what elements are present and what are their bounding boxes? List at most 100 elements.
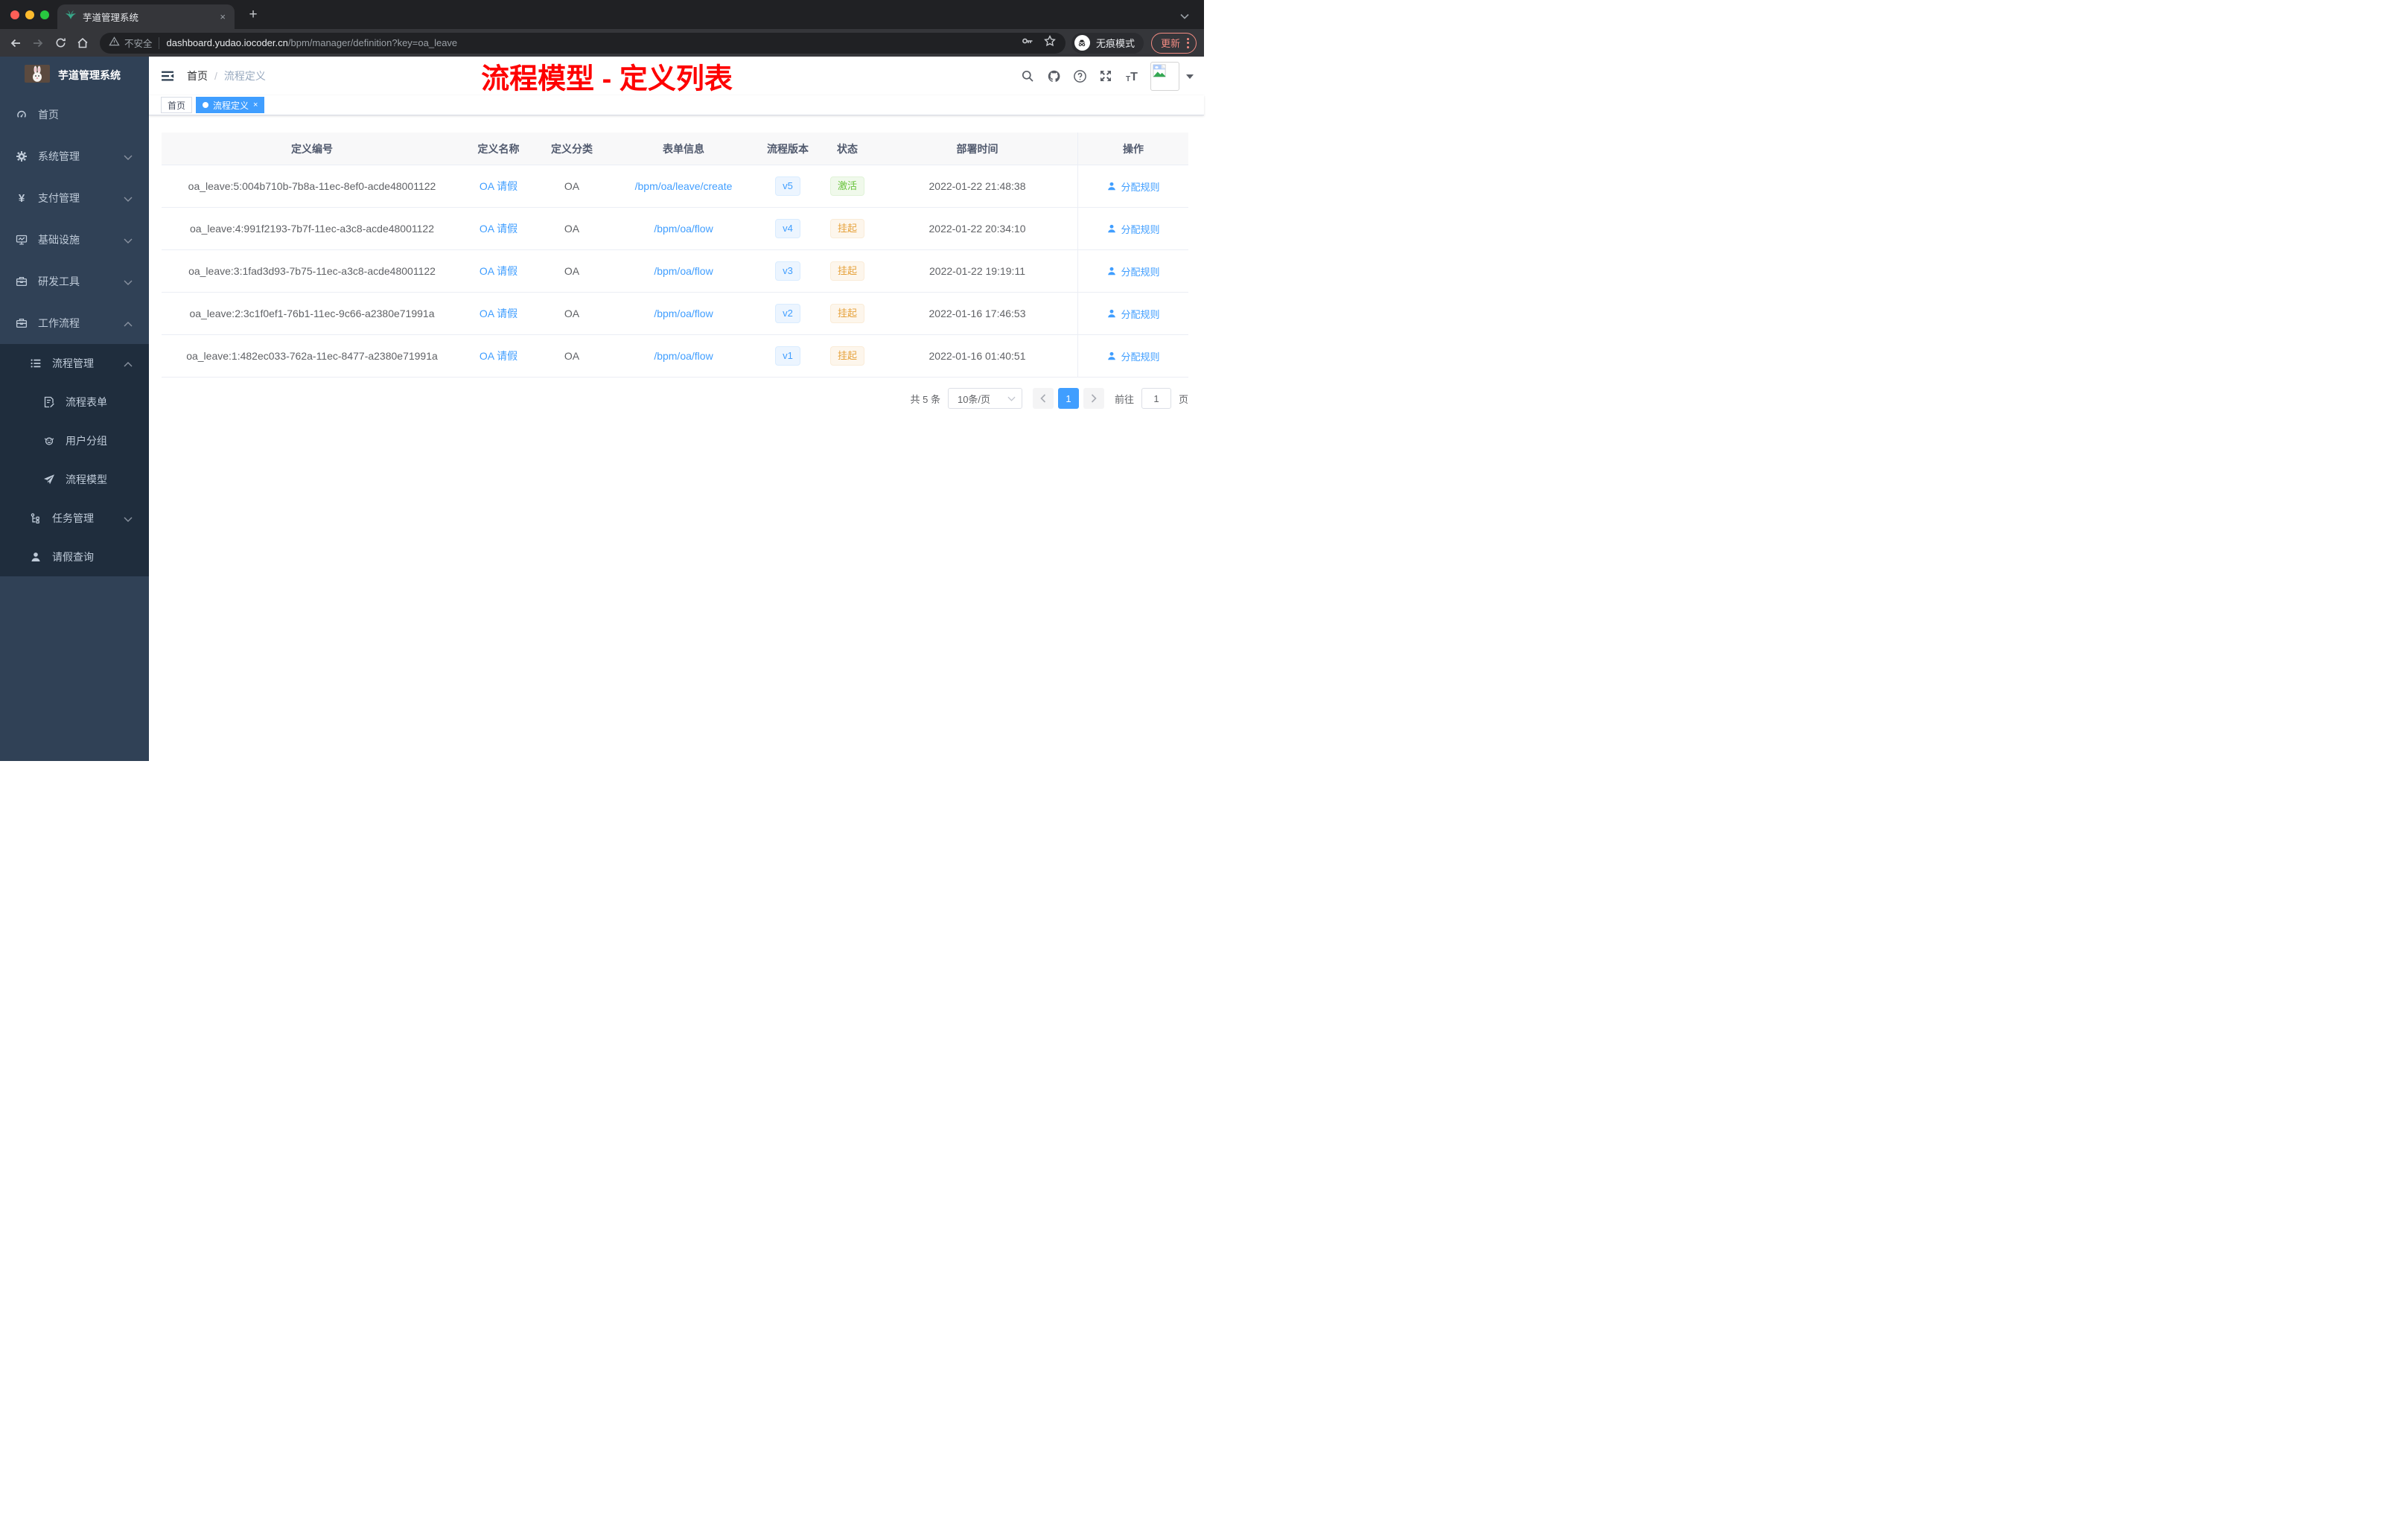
table-row: oa_leave:4:991f2193-7b7f-11ec-a3c8-acde4… <box>162 208 1188 250</box>
window-controls[interactable] <box>10 10 49 19</box>
plane-icon <box>43 474 55 485</box>
definition-category: OA <box>535 293 609 334</box>
sidebar-item-task-mgmt[interactable]: 任务管理 <box>0 499 149 538</box>
sidebar-item-label: 流程管理 <box>52 356 94 371</box>
definition-name-link[interactable]: OA 请假 <box>480 179 517 194</box>
form-info-link[interactable]: /bpm/oa/flow <box>654 223 713 235</box>
breadcrumb-home[interactable]: 首页 <box>187 69 208 83</box>
breadcrumb: 首页 / 流程定义 <box>187 69 266 83</box>
gear-icon <box>16 150 28 162</box>
active-tag-dot <box>203 102 208 108</box>
column-header: 流程版本 <box>758 133 818 165</box>
tag-label: 首页 <box>168 99 185 112</box>
assign-rule-link[interactable]: 分配规则 <box>1106 222 1159 236</box>
definition-table: 定义编号定义名称定义分类表单信息流程版本状态部署时间操作 oa_leave:5:… <box>162 133 1188 378</box>
sidebar-item-process-model[interactable]: 流程模型 <box>0 460 149 499</box>
tag-process-definition[interactable]: 流程定义 × <box>196 97 264 113</box>
column-header: 定义编号 <box>162 133 462 165</box>
reload-icon[interactable] <box>49 32 71 54</box>
form-info-link[interactable]: /bpm/oa/flow <box>654 308 713 319</box>
github-icon[interactable] <box>1046 69 1061 83</box>
chevron-down-icon <box>124 276 133 287</box>
avatar[interactable] <box>1150 62 1179 91</box>
sidebar-item-workflow[interactable]: 工作流程 <box>0 302 149 344</box>
bookmark-star-icon[interactable] <box>1043 34 1057 51</box>
sidebar-item-user-group[interactable]: 用户分组 <box>0 421 149 460</box>
browser-tab[interactable]: 芋道管理系统 × <box>57 4 235 29</box>
url-path: /bpm/manager/definition?key=oa_leave <box>288 37 457 48</box>
sidebar-item-home[interactable]: 首页 <box>0 94 149 136</box>
assign-rule-link[interactable]: 分配规则 <box>1106 179 1159 194</box>
definition-id: oa_leave:4:991f2193-7b7f-11ec-a3c8-acde4… <box>162 208 462 249</box>
sidebar-item-leave-query[interactable]: 请假查询 <box>0 538 149 576</box>
tag-home[interactable]: 首页 <box>161 97 192 113</box>
breadcrumb-current: 流程定义 <box>224 69 266 83</box>
avatar-dropdown-caret-icon[interactable] <box>1186 69 1194 83</box>
home-icon[interactable] <box>71 32 94 54</box>
chevron-down-icon <box>124 150 133 162</box>
assign-rule-link[interactable]: 分配规则 <box>1106 264 1159 278</box>
new-tab-button[interactable]: + <box>244 6 262 24</box>
form-info-link[interactable]: /bpm/oa/flow <box>654 350 713 362</box>
back-icon[interactable] <box>4 32 27 54</box>
sidebar-item-infrastructure[interactable]: 基础设施 <box>0 219 149 261</box>
password-key-icon[interactable] <box>1021 34 1034 51</box>
tag-close-icon[interactable]: × <box>253 101 258 109</box>
tab-title: 芋道管理系统 <box>83 10 218 24</box>
incognito-badge[interactable]: 无痕模式 <box>1071 33 1144 54</box>
font-size-icon[interactable]: TT <box>1124 69 1139 83</box>
page-content: 定义编号定义名称定义分类表单信息流程版本状态部署时间操作 oa_leave:5:… <box>149 115 1204 409</box>
sidebar-toggle-hamburger-icon[interactable] <box>160 69 175 83</box>
definition-name-link[interactable]: OA 请假 <box>480 221 517 236</box>
tab-search-chevron-icon[interactable] <box>1180 10 1189 23</box>
minimize-window-button[interactable] <box>25 10 34 19</box>
sidebar-item-label: 工作流程 <box>38 316 80 331</box>
sidebar-item-dev-tools[interactable]: 研发工具 <box>0 261 149 302</box>
table-header-row: 定义编号定义名称定义分类表单信息流程版本状态部署时间操作 <box>162 133 1188 165</box>
not-secure-label[interactable]: 不安全 <box>124 36 153 50</box>
help-question-icon[interactable] <box>1072 69 1087 83</box>
next-page-button[interactable] <box>1083 388 1104 409</box>
prev-page-button[interactable] <box>1033 388 1054 409</box>
assign-rule-link[interactable]: 分配规则 <box>1106 349 1159 363</box>
browser-update-button[interactable]: 更新 <box>1151 33 1197 54</box>
sidebar-item-label: 支付管理 <box>38 191 80 206</box>
url-text[interactable]: dashboard.yudao.iocoder.cn/bpm/manager/d… <box>167 37 1012 48</box>
column-header: 部署时间 <box>877 133 1077 165</box>
version-badge: v2 <box>775 304 800 323</box>
favicon-plant-icon <box>65 9 77 25</box>
browser-tabstrip: 芋道管理系统 × + <box>0 0 1204 29</box>
sidebar-logo-row[interactable]: 芋道管理系统 <box>0 57 149 94</box>
page-number-1[interactable]: 1 <box>1058 388 1079 409</box>
dashboard-icon <box>16 109 28 121</box>
version-badge: v1 <box>775 346 800 366</box>
sidebar-menu: 首页系统管理¥支付管理基础设施研发工具工作流程 <box>0 94 149 344</box>
browser-menu-kebab-icon[interactable] <box>1187 38 1189 48</box>
deploy-time: 2022-01-22 20:34:10 <box>877 208 1077 249</box>
sidebar-item-system-mgmt[interactable]: 系统管理 <box>0 136 149 177</box>
sidebar-item-payment-mgmt[interactable]: ¥支付管理 <box>0 177 149 219</box>
definition-id: oa_leave:3:1fad3d93-7b75-11ec-a3c8-acde4… <box>162 250 462 292</box>
incognito-icon <box>1074 35 1090 51</box>
form-info-link[interactable]: /bpm/oa/flow <box>654 265 713 277</box>
fullscreen-icon[interactable] <box>1098 69 1113 83</box>
search-icon[interactable] <box>1020 69 1035 83</box>
definition-name-link[interactable]: OA 请假 <box>480 306 517 321</box>
close-window-button[interactable] <box>10 10 19 19</box>
assign-rule-link[interactable]: 分配规则 <box>1106 307 1159 321</box>
goto-page-input[interactable] <box>1141 388 1171 409</box>
broken-image-icon <box>1153 68 1166 80</box>
sidebar-item-label: 流程表单 <box>66 395 107 410</box>
tab-close-icon[interactable]: × <box>218 11 227 22</box>
url-host: dashboard.yudao.iocoder.cn <box>167 37 288 48</box>
maximize-window-button[interactable] <box>40 10 49 19</box>
page-size-select[interactable]: 10条/页 <box>948 388 1022 409</box>
column-header: 表单信息 <box>609 133 758 165</box>
forward-icon[interactable] <box>27 32 49 54</box>
definition-name-link[interactable]: OA 请假 <box>480 348 517 363</box>
sidebar-item-process-mgmt[interactable]: 流程管理 <box>0 344 149 383</box>
sidebar-item-process-form[interactable]: 流程表单 <box>0 383 149 421</box>
definition-name-link[interactable]: OA 请假 <box>480 264 517 278</box>
address-bar[interactable]: 不安全 dashboard.yudao.iocoder.cn/bpm/manag… <box>100 33 1066 54</box>
form-info-link[interactable]: /bpm/oa/leave/create <box>635 180 733 192</box>
